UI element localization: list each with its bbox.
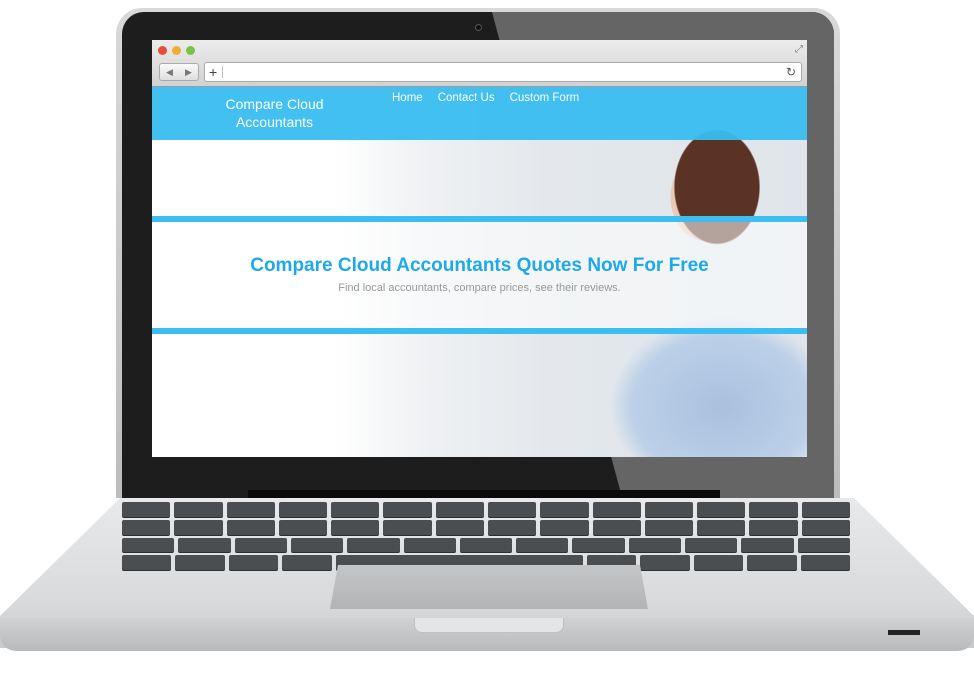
keyboard-key [749, 519, 798, 535]
keyboard-key [383, 502, 432, 517]
keyboard-key [435, 519, 484, 535]
key-row [121, 537, 851, 553]
keyboard-key [801, 519, 850, 535]
brand-line-2: Accountants [235, 114, 314, 130]
keyboard-key [459, 537, 513, 553]
key-row [122, 502, 850, 517]
keyboard-key [290, 537, 344, 553]
keyboard-key [122, 519, 171, 535]
history-nav: ◀ ▶ [159, 63, 199, 81]
address-divider [222, 66, 223, 78]
hero-band-bottom [152, 328, 807, 334]
keyboard-key [228, 555, 279, 570]
forward-button[interactable]: ▶ [179, 64, 198, 80]
keyboard-key [749, 502, 798, 517]
keyboard-key [122, 502, 171, 517]
keyboard-key [797, 537, 851, 553]
trackpad [330, 565, 648, 609]
keyboard-key [403, 537, 456, 553]
keyboard-key [331, 519, 380, 535]
keyboard-key [747, 555, 797, 570]
keyboard-key [383, 519, 432, 535]
keyboard-key [282, 555, 332, 570]
keyboard-key [628, 537, 682, 553]
keyboard [121, 502, 851, 570]
keyboard-key [178, 537, 231, 553]
brand-line-1: Compare Cloud [225, 96, 324, 112]
nav-home[interactable]: Home [392, 92, 423, 104]
keyboard-key [226, 502, 275, 517]
keyboard-key [644, 519, 694, 535]
minimize-window-button[interactable] [172, 46, 181, 55]
keyboard-key [685, 537, 738, 553]
keyboard-key [278, 502, 328, 517]
keyboard-key [488, 502, 537, 517]
maximize-window-button[interactable] [186, 46, 195, 55]
keyboard-key [488, 519, 537, 535]
keyboard-key [644, 502, 694, 517]
keyboard-key [592, 519, 641, 535]
keyboard-key [693, 555, 744, 570]
keyboard-key [697, 502, 746, 517]
keyboard-key [122, 555, 172, 570]
site-brand[interactable]: Compare Cloud Accountants [212, 95, 337, 131]
hero-band-top [152, 216, 807, 222]
camera-icon [475, 24, 482, 31]
hero-title: Compare Cloud Accountants Quotes Now For… [250, 255, 709, 276]
keyboard-key [347, 537, 400, 553]
keyboard-key [640, 555, 690, 570]
fullscreen-icon[interactable]: ⤢ [795, 44, 803, 55]
close-window-button[interactable] [158, 46, 167, 55]
keyboard-key [226, 519, 275, 535]
keyboard-key [174, 502, 223, 517]
main-nav: Home Contact Us Custom Form [392, 92, 579, 104]
keyboard-key [801, 502, 850, 517]
lid-notch [414, 618, 564, 633]
nav-contact-us[interactable]: Contact Us [438, 92, 495, 104]
back-button[interactable]: ◀ [160, 64, 179, 80]
keyboard-key [174, 519, 223, 535]
keyboard-key [540, 519, 589, 535]
keyboard-key [697, 519, 746, 535]
keyboard-key [121, 537, 175, 553]
keyboard-key [540, 502, 589, 517]
keyboard-key [592, 502, 641, 517]
laptop-screen: ⤢ ◀ ▶ + ↻ Compare Cloud Accountants Home… [152, 40, 807, 457]
nav-custom-form[interactable]: Custom Form [510, 92, 580, 104]
key-row [122, 519, 850, 535]
new-tab-icon[interactable]: + [209, 63, 217, 81]
website: Compare Cloud Accountants Home Contact U… [152, 87, 807, 457]
keyboard-key [278, 519, 328, 535]
address-bar[interactable]: + ↻ [204, 62, 802, 82]
keyboard-key [516, 537, 569, 553]
keyboard-key [175, 555, 225, 570]
keyboard-key [741, 537, 794, 553]
status-light [888, 630, 920, 635]
reload-icon[interactable]: ↻ [786, 63, 796, 81]
laptop-base [0, 490, 974, 651]
keyboard-key [435, 502, 484, 517]
site-header: Compare Cloud Accountants Home Contact U… [152, 87, 807, 140]
keyboard-key [234, 537, 287, 553]
hero-subtitle: Find local accountants, compare prices, … [338, 282, 621, 294]
keyboard-key [331, 502, 380, 517]
keyboard-key [572, 537, 625, 553]
browser-chrome: ⤢ ◀ ▶ + ↻ [152, 40, 807, 87]
keyboard-key [800, 555, 850, 570]
